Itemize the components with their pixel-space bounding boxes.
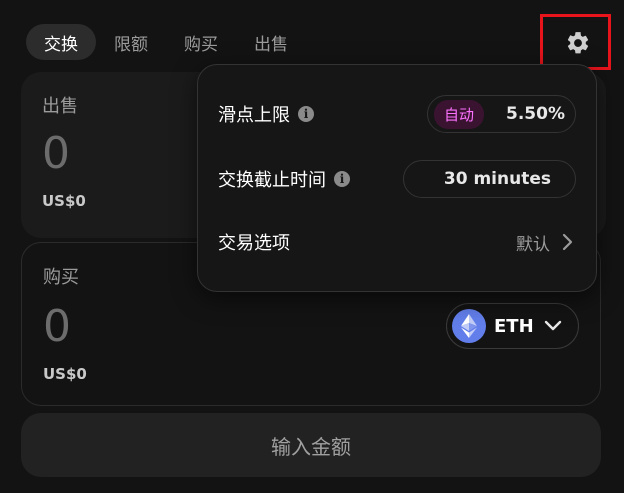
slippage-auto-badge[interactable]: 自动 — [434, 99, 485, 129]
slippage-control[interactable]: 自动 5.50% — [427, 95, 576, 133]
trade-options-label: 交易选项 — [218, 233, 290, 254]
gear-icon[interactable] — [565, 30, 591, 56]
trade-tabs: 交换 限额 购买 出售 — [26, 24, 306, 60]
deadline-value: 30 minutes — [443, 169, 551, 189]
enter-amount-button[interactable]: 输入金额 — [21, 413, 601, 477]
trade-options-value[interactable]: 默认 — [516, 230, 576, 255]
chevron-right-icon — [562, 233, 573, 251]
token-symbol: ETH — [494, 315, 534, 337]
sell-amount-input[interactable]: 0 — [42, 128, 70, 179]
tab-sell[interactable]: 出售 — [236, 24, 306, 60]
slippage-value: 5.50% — [506, 104, 565, 124]
buy-usd-value: US$0 — [43, 365, 87, 383]
info-icon[interactable]: i — [334, 171, 350, 187]
sell-label: 出售 — [42, 96, 78, 117]
buy-amount-input[interactable]: 0 — [43, 301, 71, 352]
deadline-input[interactable]: 30 minutes — [402, 160, 576, 198]
slippage-label: 滑点上限 — [218, 105, 290, 126]
trade-options-row[interactable]: 交易选项 默认 — [218, 229, 576, 255]
tab-buy[interactable]: 购买 — [166, 24, 236, 60]
deadline-row: 交换截止时间 i 30 minutes — [218, 160, 576, 198]
trade-options-default: 默认 — [516, 234, 550, 255]
slippage-row: 滑点上限 i 自动 5.50% — [218, 95, 576, 133]
tab-swap[interactable]: 交换 — [26, 24, 96, 60]
ethereum-icon — [452, 309, 486, 343]
deadline-label: 交换截止时间 — [218, 170, 326, 191]
settings-panel: 滑点上限 i 自动 5.50% 交换截止时间 i 30 minutes 交易选项… — [197, 64, 597, 292]
buy-label: 购买 — [43, 267, 79, 288]
info-icon[interactable]: i — [298, 106, 314, 122]
token-select-button[interactable]: ETH — [446, 303, 579, 349]
tab-limit[interactable]: 限额 — [96, 24, 166, 60]
chevron-down-icon — [544, 320, 561, 331]
sell-usd-value: US$0 — [42, 192, 86, 210]
